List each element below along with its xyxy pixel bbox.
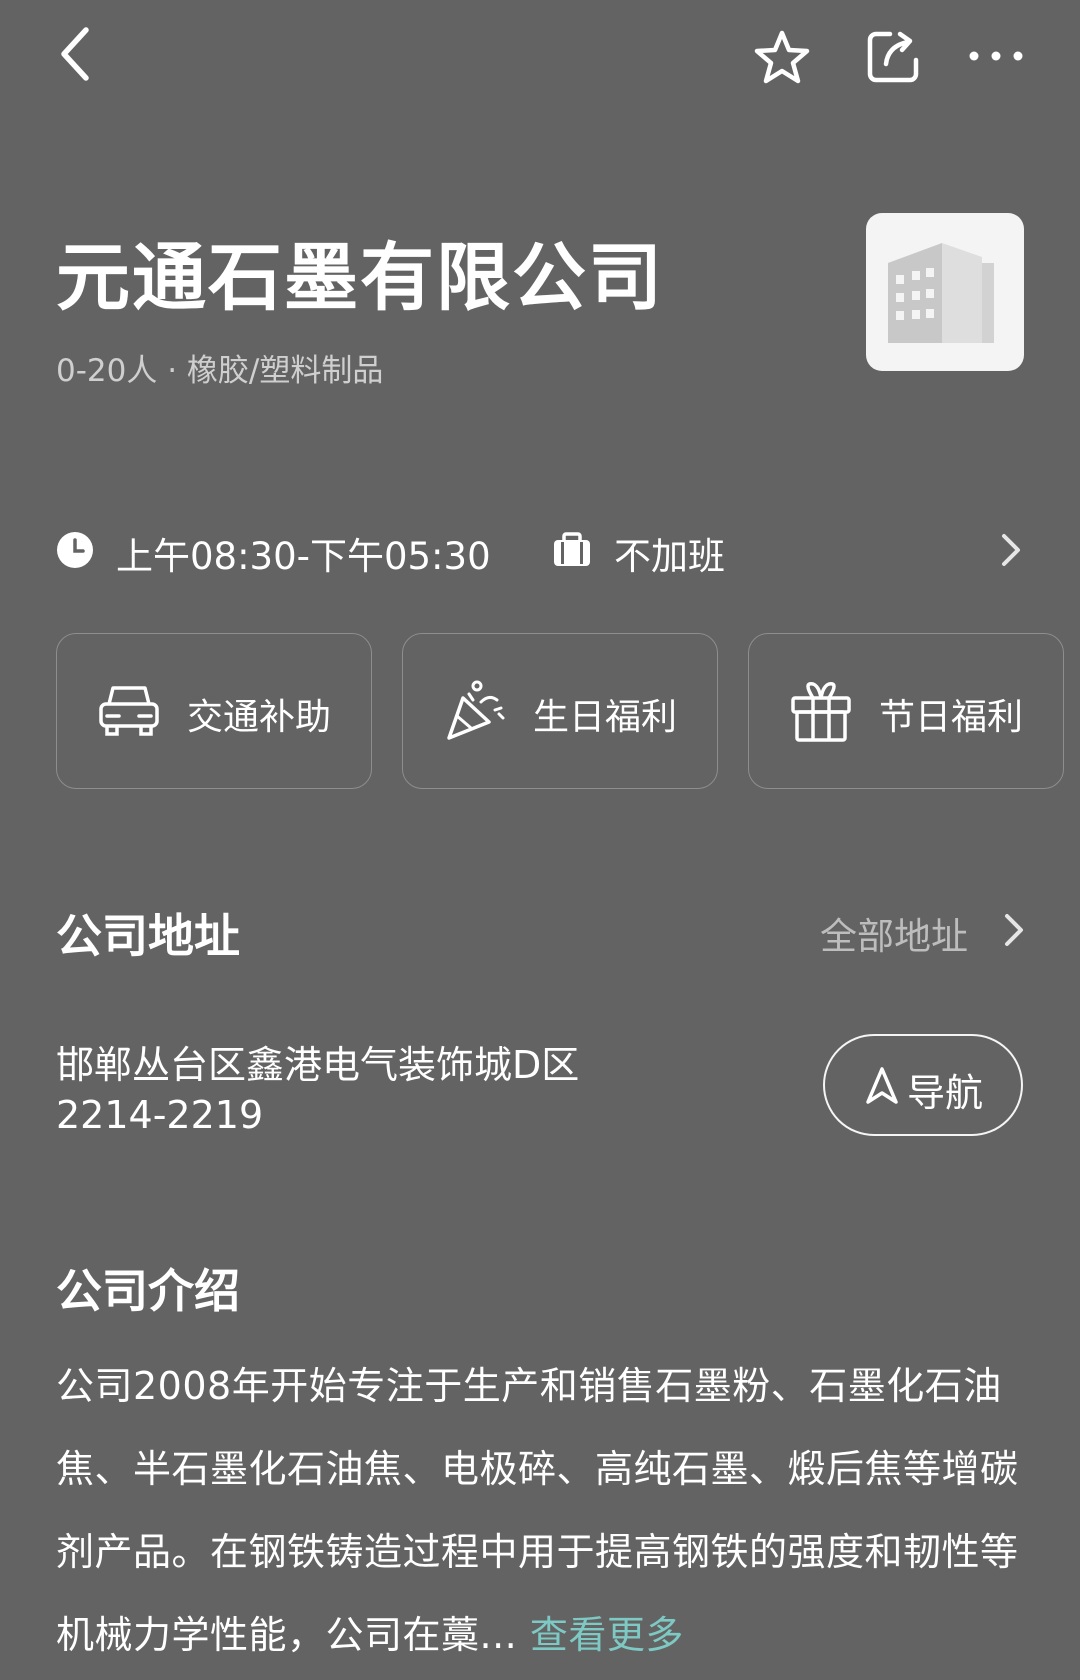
clock-icon xyxy=(56,531,94,569)
address-section-title: 公司地址 xyxy=(56,909,240,963)
benefit-label: 节日福利 xyxy=(879,697,1024,738)
navigate-label: 导航 xyxy=(907,1071,984,1115)
company-logo xyxy=(866,213,1024,371)
work-hours-text: 上午08:30-下午05:30 xyxy=(116,535,491,578)
briefcase-icon xyxy=(552,532,592,568)
chevron-right-icon[interactable] xyxy=(1000,910,1028,950)
car-icon xyxy=(95,676,163,744)
party-popper-icon xyxy=(441,676,509,744)
intro-text: 公司2008年开始专注于生产和销售石墨粉、石墨化石油焦、半石墨化石油焦、电极碎、… xyxy=(56,1345,1026,1677)
benefit-label: 生日福利 xyxy=(533,697,678,738)
work-hours-row[interactable]: 上午08:30-下午05:30 不加班 xyxy=(56,520,1024,582)
company-meta: 0-20人 · 橡胶/塑料制品 xyxy=(56,353,384,389)
intro-section-title: 公司介绍 xyxy=(56,1264,240,1318)
navigate-button[interactable]: 导航 xyxy=(823,1034,1023,1136)
benefit-label: 交通补助 xyxy=(187,697,332,738)
building-icon xyxy=(888,243,994,343)
overtime-text: 不加班 xyxy=(614,535,725,578)
share-icon[interactable] xyxy=(864,28,922,86)
star-icon[interactable] xyxy=(752,28,812,88)
more-icon[interactable] xyxy=(966,38,1026,78)
gift-icon xyxy=(787,676,855,744)
benefit-card-birthday[interactable]: 生日福利 xyxy=(402,633,718,789)
chevron-right-icon xyxy=(996,530,1026,570)
address-text: 邯郸丛台区鑫港电气装饰城D区2214-2219 xyxy=(56,1043,580,1137)
all-addresses-link[interactable]: 全部地址 xyxy=(820,906,968,960)
view-more-link[interactable]: 查看更多 xyxy=(530,1613,684,1657)
benefit-card-holiday[interactable]: 节日福利 xyxy=(748,633,1064,789)
company-name: 元通石墨有限公司 xyxy=(56,235,664,321)
back-icon[interactable] xyxy=(52,22,102,86)
navigation-arrow-icon xyxy=(865,1066,899,1106)
benefit-card-transport[interactable]: 交通补助 xyxy=(56,633,372,789)
